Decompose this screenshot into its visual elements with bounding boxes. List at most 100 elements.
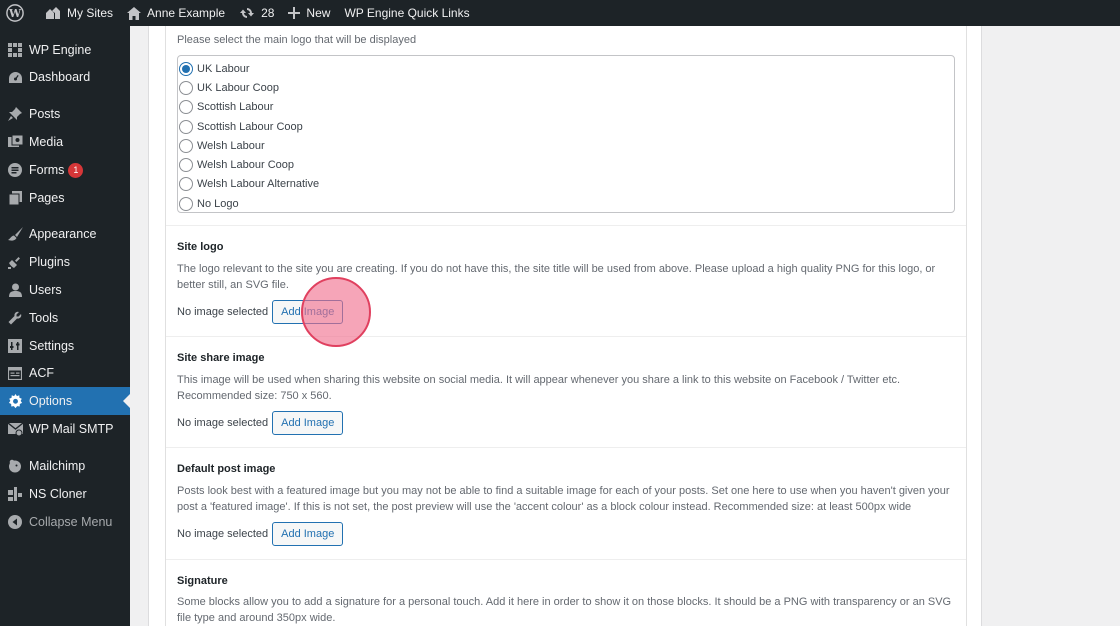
my-sites-menu[interactable]: My Sites — [38, 0, 120, 26]
sidebar-item-wp-mail-smtp[interactable]: WP Mail SMTP — [0, 415, 130, 443]
plug-icon — [7, 254, 23, 270]
sidebar-item-options[interactable]: Options — [0, 387, 130, 415]
signature-label: Signature — [177, 575, 228, 587]
plus-icon — [288, 7, 301, 19]
no-image-text: No image selected — [177, 306, 269, 318]
mail-icon — [7, 421, 23, 437]
no-image-text: No image selected — [177, 528, 269, 540]
user-icon — [7, 282, 23, 298]
radio-button[interactable] — [179, 99, 193, 114]
forms-notification-badge: 1 — [68, 162, 84, 178]
sites-icon — [46, 7, 60, 19]
pin-icon — [7, 106, 23, 122]
radio-option-uk-labour-coop[interactable]: UK Labour Coop — [179, 78, 279, 97]
radio-option-welsh-labour-alternative[interactable]: Welsh Labour Alternative — [179, 174, 319, 193]
sidebar-item-mailchimp[interactable]: Mailchimp — [0, 452, 130, 480]
radio-option-uk-labour[interactable]: UK Labour — [179, 59, 250, 78]
acf-fields-container: Please select the main logo that will be… — [165, 26, 967, 626]
updates-icon — [240, 8, 255, 18]
sidebar-item-media[interactable]: Media — [0, 128, 130, 156]
radio-button[interactable] — [179, 176, 193, 191]
click-indicator — [301, 277, 371, 347]
radio-option-welsh-labour-coop[interactable]: Welsh Labour Coop — [179, 155, 294, 174]
svg-text:W: W — [8, 7, 22, 20]
admin-sidebar: WP Engine Dashboard Posts Media Forms 1 … — [0, 26, 130, 626]
media-icon — [7, 134, 23, 150]
sidebar-item-appearance[interactable]: Appearance — [0, 220, 130, 248]
sidebar-item-label: Mailchimp — [29, 459, 86, 473]
no-image-text: No image selected — [177, 417, 269, 429]
wordpress-logo-button[interactable]: W — [0, 0, 38, 26]
sidebar-item-dashboard[interactable]: Dashboard — [0, 63, 130, 91]
collapse-menu-button[interactable]: Collapse Menu — [0, 508, 130, 536]
quick-links-menu[interactable]: WP Engine Quick Links — [337, 0, 476, 26]
gear-icon — [7, 393, 23, 409]
sidebar-item-label: Forms — [29, 163, 65, 177]
dashboard-icon — [7, 69, 23, 85]
radio-option-scottish-labour-coop[interactable]: Scottish Labour Coop — [179, 117, 303, 136]
sidebar-item-wp-engine[interactable]: WP Engine — [0, 36, 130, 64]
sidebar-item-label: Options — [29, 394, 73, 408]
radio-option-no-logo[interactable]: No Logo — [179, 194, 239, 213]
options-panel: Please select the main logo that will be… — [148, 26, 982, 626]
default-post-add-image-button[interactable]: Add Image — [272, 522, 344, 546]
radio-button[interactable] — [179, 80, 193, 95]
admin-bar: W My Sites Anne Example 28 New WP Engine… — [0, 0, 1120, 26]
updates-menu[interactable]: 28 — [232, 0, 281, 26]
sidebar-item-tools[interactable]: Tools — [0, 304, 130, 332]
radio-button[interactable] — [179, 119, 193, 134]
radio-button[interactable] — [179, 138, 193, 153]
new-content-menu[interactable]: New — [281, 0, 337, 26]
site-logo-label: Site logo — [177, 241, 224, 253]
radio-option-scottish-labour[interactable]: Scottish Labour — [179, 97, 273, 116]
new-label: New — [306, 6, 331, 20]
pages-icon — [7, 190, 23, 206]
radio-button[interactable] — [179, 196, 193, 211]
acf-icon — [7, 365, 23, 381]
radio-label: Welsh Labour Coop — [197, 158, 295, 171]
my-sites-label: My Sites — [67, 6, 114, 20]
sidebar-item-label: Tools — [29, 311, 59, 325]
sidebar-item-ns-cloner[interactable]: NS Cloner — [0, 480, 130, 508]
quick-links-label: WP Engine Quick Links — [344, 6, 470, 20]
cloner-icon — [7, 486, 23, 502]
updates-count: 28 — [261, 6, 275, 20]
sidebar-item-label: WP Engine — [29, 43, 92, 57]
sidebar-item-label: Pages — [29, 191, 65, 205]
sidebar-item-label: Settings — [29, 339, 75, 353]
sidebar-item-plugins[interactable]: Plugins — [0, 248, 130, 276]
sidebar-item-users[interactable]: Users — [0, 276, 130, 304]
sidebar-item-settings[interactable]: Settings — [0, 332, 130, 360]
settings-icon — [7, 338, 23, 354]
brush-icon — [7, 226, 23, 242]
site-share-image-uploader: No image selected Add Image — [177, 411, 344, 435]
radio-button[interactable] — [179, 157, 193, 172]
main-logo-field: Please select the main logo that will be… — [166, 26, 966, 226]
sidebar-item-label: Dashboard — [29, 70, 91, 84]
sidebar-item-label: Appearance — [29, 227, 97, 241]
radio-label: Scottish Labour — [197, 100, 274, 113]
main-logo-radio-list: UK Labour UK Labour Coop Scottish Labour… — [177, 55, 955, 213]
collapse-icon — [7, 514, 23, 530]
mailchimp-icon — [7, 458, 23, 474]
default-post-image-description: Posts look best with a featured image bu… — [177, 485, 950, 513]
site-share-add-image-button[interactable]: Add Image — [272, 411, 344, 435]
radio-button[interactable] — [179, 61, 193, 76]
radio-option-welsh-labour[interactable]: Welsh Labour — [179, 136, 265, 155]
sidebar-item-label: ACF — [29, 366, 54, 380]
forms-icon — [7, 162, 23, 178]
site-share-image-field: Site share image This image will be used… — [166, 337, 966, 448]
site-name-label: Anne Example — [147, 6, 226, 20]
radio-label: UK Labour — [197, 62, 250, 75]
sidebar-item-acf[interactable]: ACF — [0, 359, 130, 387]
site-share-image-description: This image will be used when sharing thi… — [177, 374, 901, 402]
sidebar-item-forms[interactable]: Forms 1 — [0, 156, 130, 184]
radio-label: Scottish Labour Coop — [197, 120, 303, 133]
sidebar-item-pages[interactable]: Pages — [0, 184, 130, 212]
wordpress-icon: W — [6, 4, 24, 22]
wrench-icon — [7, 310, 23, 326]
sidebar-item-posts[interactable]: Posts — [0, 100, 130, 128]
site-share-image-label: Site share image — [177, 352, 265, 364]
sidebar-item-label: Users — [29, 283, 62, 297]
site-name-menu[interactable]: Anne Example — [120, 0, 232, 26]
